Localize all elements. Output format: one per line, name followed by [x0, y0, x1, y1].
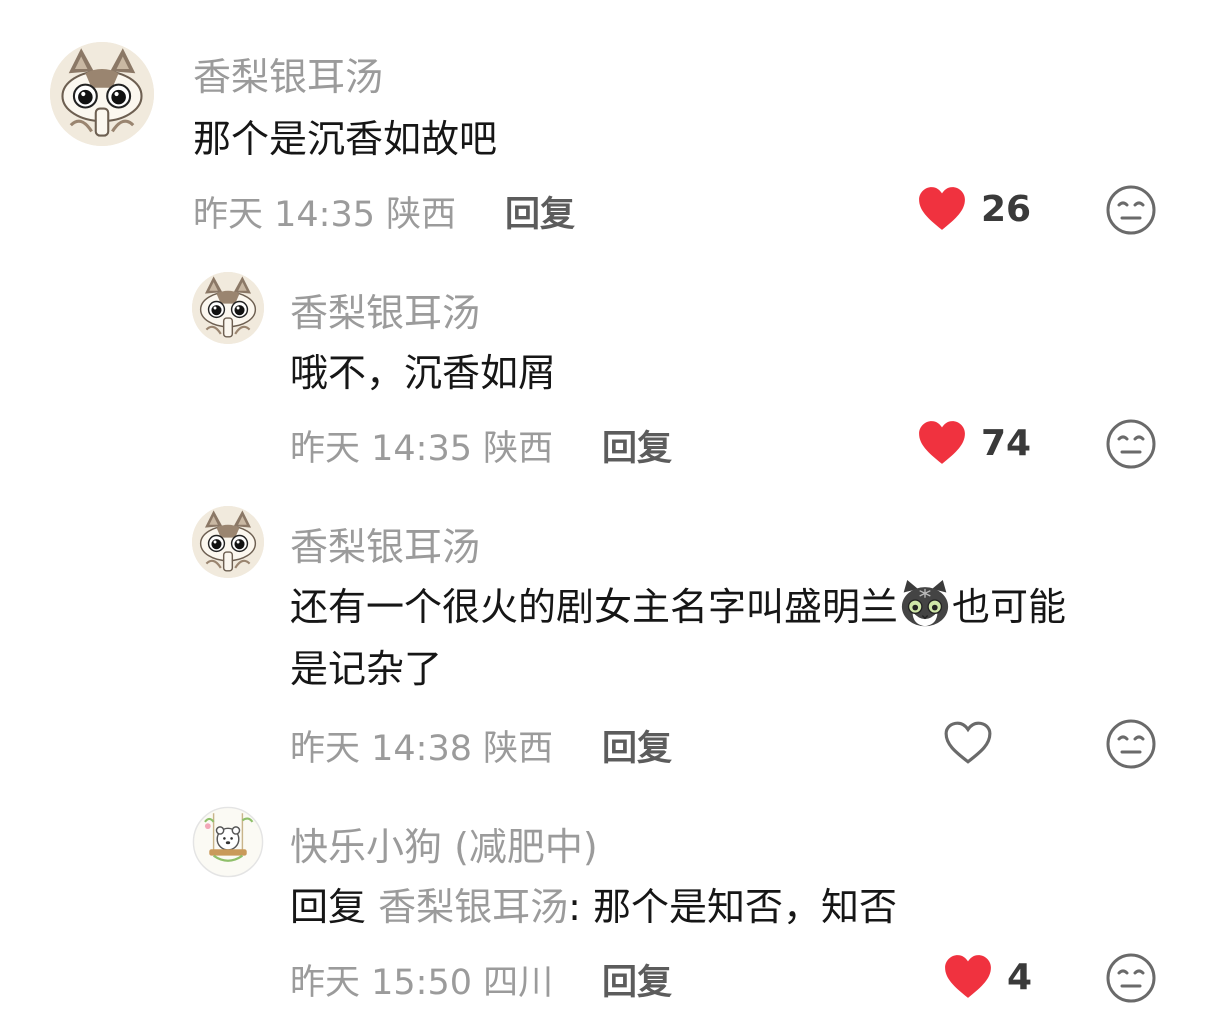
comment-username[interactable]: 香梨银耳汤	[290, 516, 480, 571]
dislike-face-icon[interactable]	[1105, 418, 1157, 470]
like-button[interactable]: 4	[943, 954, 1032, 1000]
cat-avatar-icon	[50, 42, 154, 146]
comment-timestamp: 昨天 14:35 陕西	[193, 186, 456, 237]
heart-filled-icon	[943, 954, 993, 1000]
reply-button[interactable]: 回复	[505, 186, 575, 237]
like-button[interactable]: 26	[917, 186, 1031, 232]
user-avatar[interactable]	[192, 506, 264, 578]
cat-face-emoji-icon	[898, 580, 952, 628]
dislike-face-icon[interactable]	[1105, 952, 1157, 1004]
user-avatar[interactable]	[192, 806, 264, 878]
comment-timestamp: 昨天 14:35 陕西	[290, 420, 553, 471]
reply-button[interactable]: 回复	[602, 954, 672, 1005]
cat-avatar-icon	[192, 272, 264, 344]
heart-filled-icon	[917, 420, 967, 466]
like-button[interactable]	[943, 720, 993, 766]
comment-item: 香梨银耳汤 那个是沉香如故吧 昨天 14:35 陕西 回复 26	[0, 0, 1206, 250]
comment-text-line: 还有一个很火的剧女主名字叫盛明兰 也可能	[290, 576, 1170, 638]
like-count: 26	[981, 188, 1032, 230]
comment-timestamp: 昨天 15:50 四川	[290, 954, 553, 1005]
comment-location: 四川	[483, 963, 554, 1003]
comment-username[interactable]: 快乐小狗 (减肥中)	[290, 816, 598, 871]
dislike-face-icon[interactable]	[1105, 184, 1157, 236]
comment-text: 哦不，沉香如屑	[290, 351, 557, 395]
comment-time: 昨天 15:50	[290, 963, 472, 1003]
heart-outline-icon	[943, 720, 993, 766]
user-avatar[interactable]	[50, 42, 154, 146]
comment-item: 快乐小狗 (减肥中) 回复 香梨银耳汤: 那个是知否，知否 昨天 15:50 四…	[0, 790, 1206, 1029]
like-count: 4	[1007, 956, 1033, 998]
bear-swing-avatar-icon	[192, 806, 264, 878]
comment-timestamp: 昨天 14:38 陕西	[290, 720, 553, 771]
dislike-face-icon[interactable]	[1105, 718, 1157, 770]
comment-location: 陕西	[386, 195, 457, 235]
heart-filled-icon	[917, 186, 967, 232]
comment-text: 还有一个很火的剧女主名字叫盛明兰 也可能 是记杂了	[290, 576, 1170, 700]
comment-text-part: : 那个是知否，知否	[568, 885, 898, 929]
comment-time: 昨天 14:35	[193, 195, 375, 235]
comment-text-part: 还有一个很火的剧女主名字叫盛明兰	[290, 585, 899, 629]
reply-to-username[interactable]: 香梨银耳汤	[378, 885, 568, 929]
like-button[interactable]: 74	[917, 420, 1031, 466]
comment-location: 陕西	[483, 429, 554, 469]
comment-item: 香梨银耳汤 还有一个很火的剧女主名字叫盛明兰 也可能 是记杂了 昨天 14:38 …	[0, 490, 1206, 790]
comment-time: 昨天 14:38	[290, 729, 472, 769]
comment-text: 那个是沉香如故吧	[193, 117, 498, 161]
comment-location: 陕西	[483, 729, 554, 769]
user-avatar[interactable]	[192, 272, 264, 344]
comment-time: 昨天 14:35	[290, 429, 472, 469]
reply-button[interactable]: 回复	[602, 420, 672, 471]
reply-button[interactable]: 回复	[602, 720, 672, 771]
comment-text: 回复 香梨银耳汤: 那个是知否，知否	[290, 876, 897, 938]
comment-text-part: 也可能	[952, 585, 1067, 629]
comment-username[interactable]: 香梨银耳汤	[290, 282, 480, 337]
comment-text-line: 是记杂了	[290, 647, 443, 691]
comment-username[interactable]: 香梨银耳汤	[193, 46, 383, 101]
like-count: 74	[981, 422, 1032, 464]
reply-prefix: 回复	[290, 885, 367, 929]
cat-avatar-icon	[192, 506, 264, 578]
comment-item: 香梨银耳汤 哦不，沉香如屑 昨天 14:35 陕西 回复 74	[0, 250, 1206, 490]
